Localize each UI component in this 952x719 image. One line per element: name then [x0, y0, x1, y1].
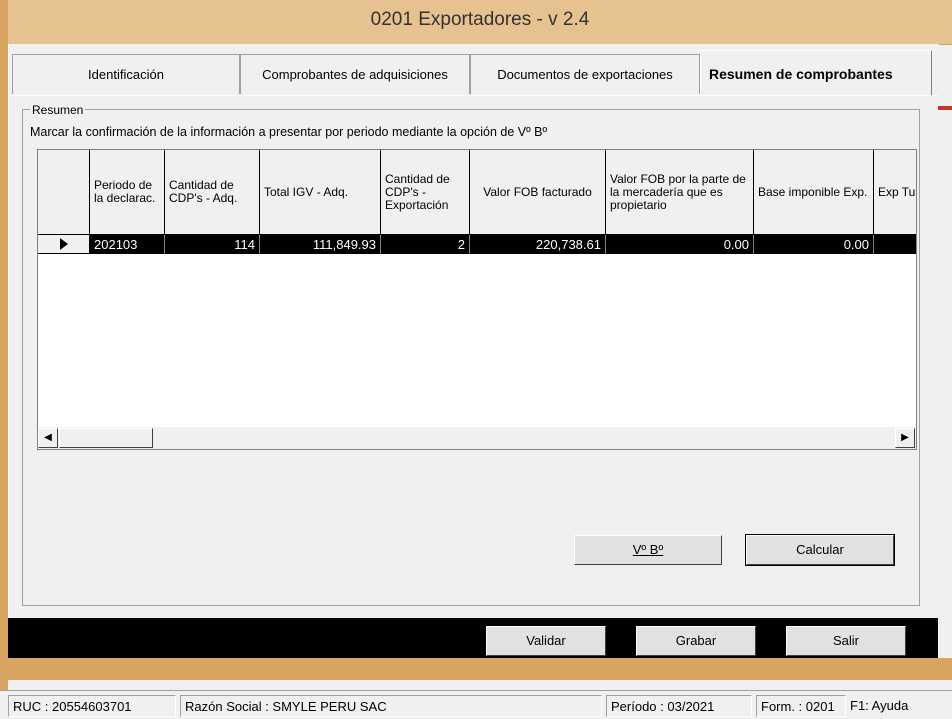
window-frame-edge	[0, 0, 8, 718]
calcular-button[interactable]: Calcular	[745, 534, 895, 566]
vobo-label: Vº Bº	[632, 542, 664, 557]
row-selector[interactable]	[38, 235, 90, 254]
salir-label: Salir	[832, 633, 859, 648]
column-header-cantidad-adq[interactable]: Cantidad de CDP's - Adq.	[165, 150, 260, 235]
grabar-button[interactable]: Grabar	[636, 626, 756, 656]
background-window-edge	[938, 106, 952, 110]
tab-label: Comprobantes de adquisiciones	[262, 67, 448, 82]
column-header-valor-fob[interactable]: Valor FOB facturado	[470, 150, 606, 235]
status-periodo: Período : 03/2021	[606, 695, 752, 717]
window-title: 0201 Exportadores - v 2.4	[370, 9, 590, 30]
title-bar: 0201 Exportadores - v 2.4	[8, 0, 952, 45]
cell-periodo[interactable]: 202103	[90, 235, 165, 254]
salir-button[interactable]: Salir	[786, 626, 906, 656]
tab-resumen-comprobantes[interactable]: Resumen de comprobantes	[700, 50, 932, 96]
scroll-left-icon[interactable]: ◀	[38, 428, 58, 448]
tab-label: Documentos de exportaciones	[497, 67, 673, 82]
column-header-total-igv[interactable]: Total IGV - Adq.	[260, 150, 381, 235]
cell-valor-fob-propietario[interactable]: 0.00	[606, 235, 754, 254]
tab-label: Identificación	[88, 67, 164, 82]
column-header-periodo[interactable]: Periodo de la declarac.	[90, 150, 165, 235]
cell-total-igv[interactable]: 111,849.93	[260, 235, 381, 254]
status-ruc: RUC : 20554603701	[8, 695, 176, 717]
validar-button[interactable]: Validar	[486, 626, 606, 656]
resumen-grid[interactable]: Periodo de la declarac. Cantidad de CDP'…	[37, 149, 917, 450]
vobo-button[interactable]: Vº Bº	[574, 535, 722, 565]
grid-corner-header	[38, 150, 90, 235]
tab-identificacion[interactable]: Identificación	[12, 54, 240, 94]
row-pointer-icon	[60, 238, 68, 250]
column-header-exp-tur[interactable]: Exp Tur	[874, 150, 916, 235]
status-form: Form. : 0201	[756, 695, 846, 717]
tab-documentos-exportaciones[interactable]: Documentos de exportaciones	[470, 54, 700, 94]
cell-valor-fob[interactable]: 220,738.61	[470, 235, 606, 254]
window-bottom-frame	[8, 658, 952, 680]
scroll-thumb[interactable]	[59, 428, 153, 448]
column-header-base-imponible[interactable]: Base imponible Exp.	[754, 150, 874, 235]
cell-exp-tur[interactable]	[874, 235, 916, 254]
cell-base-imponible[interactable]: 0.00	[754, 235, 874, 254]
cell-cantidad-exportacion[interactable]: 2	[381, 235, 470, 254]
status-ayuda: F1: Ayuda	[850, 698, 909, 713]
tab-divider	[8, 95, 938, 96]
column-header-cantidad-exportacion[interactable]: Cantidad de CDP's - Exportación	[381, 150, 470, 235]
column-header-valor-fob-propietario[interactable]: Valor FOB por la parte de la mercadería …	[606, 150, 754, 235]
horizontal-scrollbar[interactable]: ◀ ▶	[38, 427, 916, 449]
tab-label: Resumen de comprobantes	[709, 66, 893, 82]
validar-label: Validar	[526, 633, 566, 648]
calcular-label: Calcular	[796, 542, 844, 557]
scroll-right-icon[interactable]: ▶	[895, 428, 915, 448]
group-label: Resumen	[30, 103, 86, 117]
grabar-label: Grabar	[675, 633, 717, 648]
cell-cantidad-adq[interactable]: 114	[165, 235, 260, 254]
instruction-text: Marcar la confirmación de la información…	[30, 125, 548, 139]
status-razon-social: Razón Social : SMYLE PERU SAC	[180, 695, 602, 717]
tab-comprobantes-adquisiciones[interactable]: Comprobantes de adquisiciones	[240, 54, 470, 94]
